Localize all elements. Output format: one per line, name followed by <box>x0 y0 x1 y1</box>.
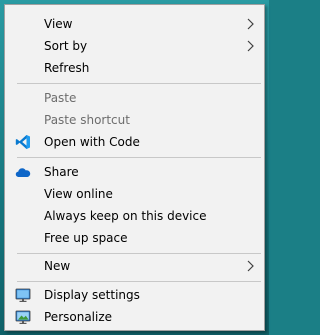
menu-item-display-settings[interactable]: Display settings <box>5 284 264 306</box>
personalize-icon <box>15 310 31 324</box>
menu-separator <box>17 253 261 254</box>
menu-item-always-keep[interactable]: Always keep on this device <box>5 205 264 227</box>
menu-item-paste[interactable]: Paste <box>5 87 264 109</box>
menu-item-label: Sort by <box>44 39 88 53</box>
onedrive-cloud-icon <box>15 168 31 177</box>
menu-item-label: Refresh <box>44 61 90 75</box>
menu-item-new[interactable]: New <box>5 255 264 277</box>
context-menu: View Sort by Refresh Paste Paste shortcu… <box>4 4 265 331</box>
menu-item-label: Paste shortcut <box>44 113 130 127</box>
vscode-icon <box>15 135 30 149</box>
menu-item-label: Display settings <box>44 288 140 302</box>
menu-item-label: Share <box>44 165 79 179</box>
menu-item-label: Open with Code <box>44 135 140 149</box>
display-settings-icon <box>15 288 31 302</box>
menu-item-open-with-code[interactable]: Open with Code <box>5 131 264 153</box>
chevron-right-icon <box>247 18 254 30</box>
menu-item-label: Always keep on this device <box>44 209 207 223</box>
menu-item-label: Personalize <box>44 310 113 324</box>
menu-item-label: Free up space <box>44 231 128 245</box>
menu-item-free-up-space[interactable]: Free up space <box>5 227 264 249</box>
menu-item-refresh[interactable]: Refresh <box>5 57 264 79</box>
menu-item-label: View online <box>44 187 113 201</box>
chevron-right-icon <box>247 40 254 52</box>
menu-item-label: View <box>44 17 73 31</box>
menu-item-label: Paste <box>44 91 77 105</box>
menu-separator <box>17 83 261 84</box>
menu-item-personalize[interactable]: Personalize <box>5 306 264 328</box>
menu-separator <box>17 281 261 282</box>
menu-item-paste-shortcut[interactable]: Paste shortcut <box>5 109 264 131</box>
menu-item-view-online[interactable]: View online <box>5 183 264 205</box>
menu-item-share[interactable]: Share <box>5 161 264 183</box>
menu-item-sort-by[interactable]: Sort by <box>5 35 264 57</box>
menu-item-label: New <box>44 259 71 273</box>
menu-separator <box>17 157 261 158</box>
menu-item-view[interactable]: View <box>5 13 264 35</box>
chevron-right-icon <box>247 260 254 272</box>
